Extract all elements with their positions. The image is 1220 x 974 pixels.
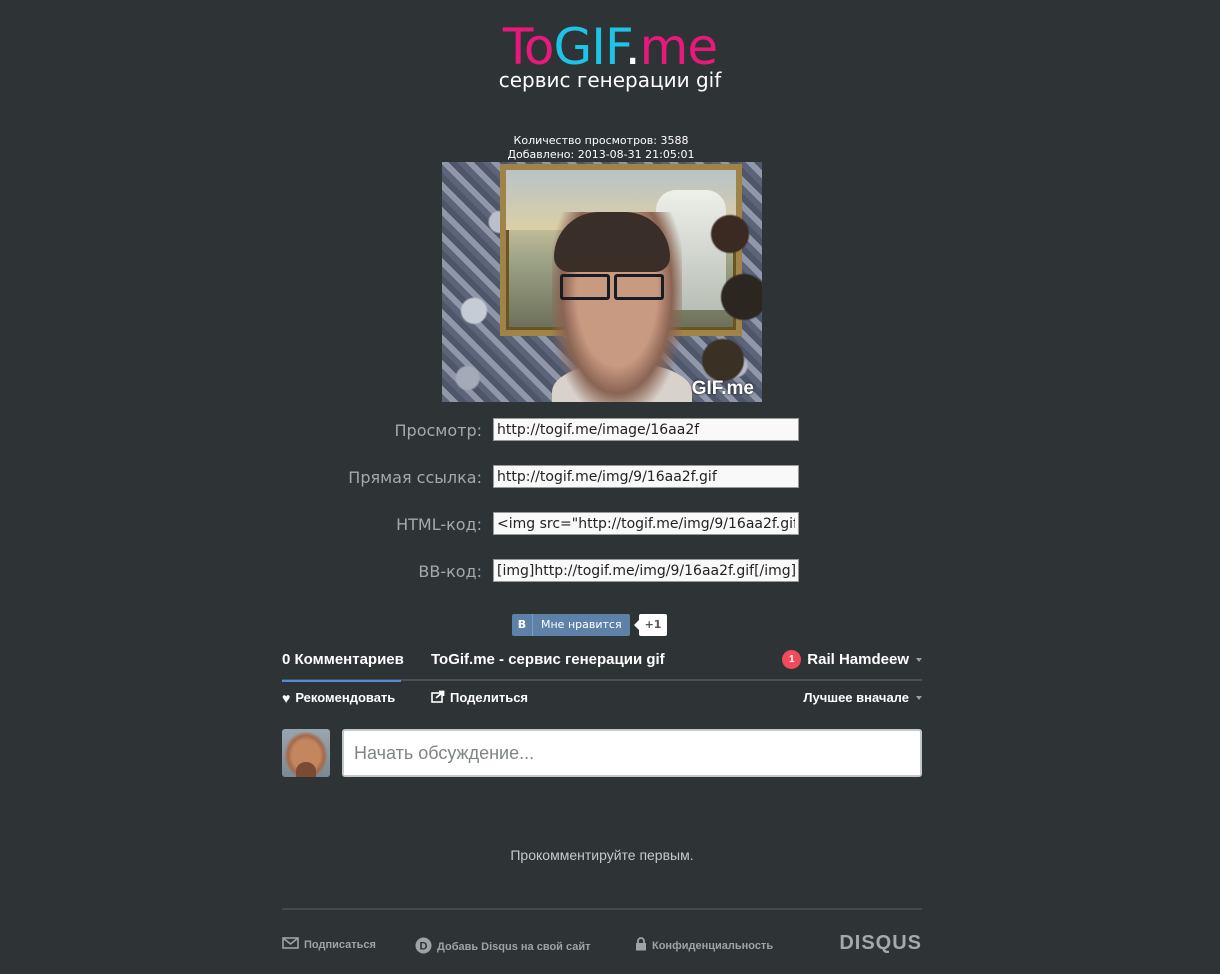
thread-actions: ♥ Рекомендовать Поделиться Лучшее вначал… <box>282 690 922 710</box>
disqus-nav: 0 Комментариев ToGif.me - сервис генерац… <box>282 640 922 682</box>
disqus-thread: 0 Комментариев ToGif.me - сервис генерац… <box>282 640 922 960</box>
field-view-label: Просмотр: <box>394 421 483 440</box>
gif-image: GIF.me <box>442 162 762 402</box>
added-date: Добавлено: 2013-08-31 21:05:01 <box>507 148 695 161</box>
vk-icon: B <box>512 614 533 636</box>
sort-dropdown[interactable]: Лучшее вначале <box>803 690 922 705</box>
field-view: Просмотр: <box>0 418 1220 442</box>
glasses <box>560 274 664 300</box>
field-direct-label: Прямая ссылка: <box>348 468 482 487</box>
vk-like-button[interactable]: B Мне нравится <box>512 614 630 636</box>
view-count: Количество просмотров: 3588 <box>513 134 689 147</box>
site-tagline: сервис генерации gif <box>498 68 722 92</box>
lock-icon <box>635 937 647 954</box>
add-disqus-label: Добавь Disqus на свой сайт <box>437 941 591 953</box>
field-direct: Прямая ссылка: <box>0 465 1220 489</box>
field-html-label: HTML-код: <box>396 515 482 534</box>
comment-input[interactable] <box>342 729 922 777</box>
disqus-logo[interactable]: DISQUS <box>839 932 922 955</box>
chevron-down-icon <box>916 657 922 662</box>
page: ToGIF.me сервис генерации gif Количество… <box>0 0 1220 974</box>
add-disqus-link[interactable]: D Добавь Disqus на свой сайт <box>415 937 591 957</box>
tab-community[interactable]: ToGif.me - сервис генерации gif <box>431 651 665 668</box>
bb-code-input[interactable] <box>493 559 799 582</box>
gif-watermark: GIF.me <box>691 378 754 399</box>
share-label: Поделиться <box>450 690 529 705</box>
vk-like-label: Мне нравится <box>541 618 622 631</box>
disqus-footer: Подписаться D Добавь Disqus на свой сайт… <box>282 908 922 960</box>
svg-text:D: D <box>420 941 428 953</box>
recommend-label: Рекомендовать <box>295 690 396 705</box>
empty-state-text: Прокомментируйте первым. <box>510 847 694 863</box>
plus-one-button[interactable]: +1 <box>634 614 667 636</box>
heart-icon: ♥ <box>282 689 291 706</box>
share-icon <box>431 690 445 705</box>
chevron-down-icon <box>916 695 922 700</box>
field-bb-label: BB-код: <box>418 562 482 581</box>
subscribe-label: Подписаться <box>304 938 376 951</box>
field-bb: BB-код: <box>0 559 1220 583</box>
privacy-label: Конфиденциальность <box>652 939 774 952</box>
notification-badge[interactable]: 1 <box>782 650 802 669</box>
privacy-link[interactable]: Конфиденциальность <box>635 937 773 954</box>
mail-icon <box>282 937 299 952</box>
disqus-icon: D <box>415 937 432 957</box>
direct-link-input[interactable] <box>493 465 799 488</box>
avatar[interactable] <box>282 729 330 777</box>
tab-comments[interactable]: 0 Комментариев <box>282 651 404 682</box>
gif-meta: Количество просмотров: 3588 Добавлено: 2… <box>0 134 1202 162</box>
user-name: Rail Hamdeew <box>807 651 909 668</box>
site-logo[interactable]: ToGIF.me <box>0 22 1220 72</box>
html-code-input[interactable] <box>493 512 799 535</box>
field-html: HTML-код: <box>0 512 1220 536</box>
view-link-input[interactable] <box>493 418 799 441</box>
sort-label: Лучшее вначале <box>803 690 909 705</box>
recommend-button[interactable]: ♥ Рекомендовать <box>282 690 395 705</box>
share-button[interactable]: Поделиться <box>431 690 528 705</box>
user-menu[interactable]: 1 Rail Hamdeew <box>782 650 922 669</box>
subscribe-link[interactable]: Подписаться <box>282 937 376 952</box>
